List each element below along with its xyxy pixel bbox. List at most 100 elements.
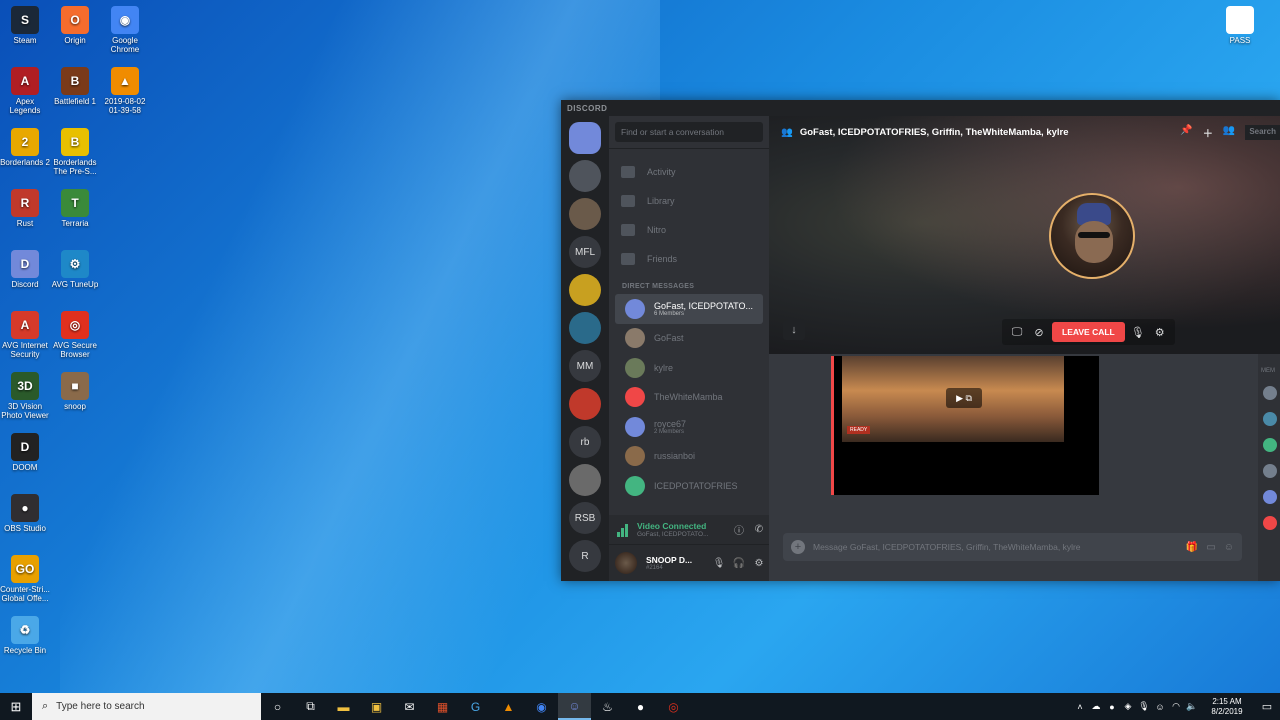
dm-list-item[interactable]: royce67 2 Members bbox=[615, 412, 763, 442]
desktop-icon[interactable]: B Borderlands The Pre-S... bbox=[50, 128, 100, 176]
message-input[interactable]: + Message GoFast, ICEDPOTATOFRIES, Griff… bbox=[783, 533, 1242, 561]
voice-status-channel[interactable]: GoFast, ICEDPOTATO... bbox=[637, 531, 729, 538]
guild-icon[interactable] bbox=[569, 464, 601, 496]
guild-icon[interactable]: MM bbox=[569, 350, 601, 382]
desktop-icon[interactable]: 2 Borderlands 2 bbox=[0, 128, 50, 167]
member-avatar[interactable] bbox=[1263, 516, 1277, 530]
play-icon[interactable]: ▶ ⧉ bbox=[946, 388, 982, 408]
call-microphone-icon[interactable]: 🎙 bbox=[1129, 326, 1147, 339]
task-view-icon[interactable]: ⧉ bbox=[294, 693, 327, 720]
desktop-icon[interactable]: D Discord bbox=[0, 250, 50, 289]
desktop-icon[interactable]: S Steam bbox=[0, 6, 50, 45]
gif-icon[interactable]: ▭ bbox=[1206, 542, 1215, 553]
onedrive-icon[interactable]: ☁ bbox=[1088, 701, 1104, 712]
dm-list-item[interactable]: russianboi bbox=[615, 442, 763, 472]
desktop-icon[interactable]: ◎ AVG Secure Browser bbox=[50, 311, 100, 359]
nav-item-friends[interactable]: Friends bbox=[621, 244, 769, 273]
video-thumbnail[interactable]: ▶ ⧉ READY bbox=[842, 356, 1064, 442]
notification-icon[interactable]: ▭ bbox=[1254, 700, 1280, 713]
screen-share-icon[interactable]: 🖵 bbox=[1008, 326, 1026, 339]
desktop-icon[interactable]: ● OBS Studio bbox=[0, 494, 50, 533]
network-icon[interactable]: ◠ bbox=[1168, 701, 1184, 712]
call-search[interactable]: Search bbox=[1245, 125, 1280, 140]
guild-icon[interactable]: R bbox=[569, 540, 601, 572]
desktop-icon[interactable]: B Battlefield 1 bbox=[50, 67, 100, 106]
disconnect-icon[interactable]: ✆ bbox=[749, 524, 769, 535]
desktop-icon[interactable]: O Origin bbox=[50, 6, 100, 45]
tray-chevron-icon[interactable]: ˄ bbox=[1072, 702, 1088, 712]
dm-list-item[interactable]: kylre bbox=[615, 353, 763, 383]
avg-icon[interactable]: G bbox=[459, 693, 492, 720]
add-friend-icon[interactable]: ＋ bbox=[1203, 125, 1213, 140]
member-avatar[interactable] bbox=[1263, 386, 1277, 400]
gift-icon[interactable]: 🎁 bbox=[1186, 542, 1198, 553]
member-avatar[interactable] bbox=[1263, 412, 1277, 426]
conversation-search-input[interactable]: Find or start a conversation bbox=[615, 122, 763, 142]
tray-discord-icon[interactable]: ☺ bbox=[1152, 702, 1168, 712]
guild-icon[interactable]: MFL bbox=[569, 236, 601, 268]
nav-item-library[interactable]: Library bbox=[621, 186, 769, 215]
collapse-arrow-icon[interactable]: ↓ bbox=[783, 320, 805, 340]
avatar[interactable] bbox=[615, 552, 637, 574]
guild-icon[interactable]: rb bbox=[569, 426, 601, 458]
member-avatar[interactable] bbox=[1263, 438, 1277, 452]
desktop-icon[interactable]: T Terraria bbox=[50, 189, 100, 228]
members-icon[interactable]: 👥 bbox=[1223, 125, 1235, 140]
desktop-icon[interactable]: ♻ Recycle Bin bbox=[0, 616, 50, 655]
guild-icon[interactable]: RSB bbox=[569, 502, 601, 534]
tray-app-icon[interactable]: ● bbox=[1104, 702, 1120, 712]
steam-icon[interactable]: ♨ bbox=[591, 693, 624, 720]
desktop-icon[interactable]: PASS bbox=[1215, 6, 1265, 45]
guild-icon[interactable] bbox=[569, 388, 601, 420]
desktop-icon[interactable]: 3D 3D Vision Photo Viewer bbox=[0, 372, 50, 420]
call-settings-icon[interactable]: ⚙ bbox=[1151, 326, 1169, 339]
app-icon[interactable]: ▦ bbox=[426, 693, 459, 720]
microphone-icon[interactable]: 🎙 bbox=[709, 558, 729, 569]
file-explorer-icon[interactable]: ▬ bbox=[327, 693, 360, 720]
member-avatar[interactable] bbox=[1263, 490, 1277, 504]
desktop-icon[interactable]: ◉ Google Chrome bbox=[100, 6, 150, 54]
video-off-icon[interactable]: ⊘ bbox=[1030, 326, 1048, 339]
cortana-icon[interactable]: ○ bbox=[261, 693, 294, 720]
desktop-icon[interactable]: ⚙ AVG TuneUp bbox=[50, 250, 100, 289]
info-icon[interactable]: ⓘ bbox=[729, 522, 749, 537]
guild-icon[interactable] bbox=[569, 274, 601, 306]
store-icon[interactable]: ▣ bbox=[360, 693, 393, 720]
nav-item-nitro[interactable]: Nitro bbox=[621, 215, 769, 244]
nav-item-activity[interactable]: Activity bbox=[621, 157, 769, 186]
chrome-icon[interactable]: ◉ bbox=[525, 693, 558, 720]
desktop-icon[interactable]: A AVG Internet Security bbox=[0, 311, 50, 359]
desktop-icon[interactable]: D DOOM bbox=[0, 433, 50, 472]
mail-icon[interactable]: ✉ bbox=[393, 693, 426, 720]
emoji-icon[interactable]: ☺ bbox=[1224, 542, 1234, 553]
guild-icon[interactable] bbox=[569, 160, 601, 192]
discord-taskbar-icon[interactable]: ☺ bbox=[558, 693, 591, 720]
tray-mic-icon[interactable]: 🎙 bbox=[1136, 701, 1152, 712]
desktop-icon[interactable]: GO Counter-Stri... Global Offe... bbox=[0, 555, 50, 603]
clock[interactable]: 2:15 AM 8/2/2019 bbox=[1200, 697, 1254, 717]
windows-start-icon[interactable]: ⊞ bbox=[0, 693, 32, 720]
desktop-icon[interactable]: ■ snoop bbox=[50, 372, 100, 411]
headphones-icon[interactable]: 🎧 bbox=[729, 558, 749, 569]
vlc-icon[interactable]: ▲ bbox=[492, 693, 525, 720]
chat-media-embed[interactable]: ▶ ⧉ READY bbox=[831, 356, 1099, 495]
tray-security-icon[interactable]: ◈ bbox=[1120, 701, 1136, 712]
leave-call-button[interactable]: LEAVE CALL bbox=[1052, 322, 1125, 342]
dm-list-item[interactable]: GoFast, ICEDPOTATO... 6 Members bbox=[615, 294, 763, 324]
desktop-icon[interactable]: A Apex Legends bbox=[0, 67, 50, 115]
obs-icon[interactable]: ● bbox=[624, 693, 657, 720]
guild-icon[interactable] bbox=[569, 198, 601, 230]
pin-icon[interactable]: 📌 bbox=[1180, 125, 1192, 140]
dm-list-item[interactable]: TheWhiteMamba bbox=[615, 383, 763, 413]
member-avatar[interactable] bbox=[1263, 464, 1277, 478]
attach-plus-icon[interactable]: + bbox=[791, 540, 805, 554]
desktop-icon[interactable]: R Rust bbox=[0, 189, 50, 228]
settings-gear-icon[interactable]: ⚙ bbox=[749, 558, 769, 569]
discord-home-icon[interactable] bbox=[569, 122, 601, 154]
dm-list-item[interactable]: ICEDPOTATOFRIES bbox=[615, 471, 763, 501]
volume-icon[interactable]: 🔈 bbox=[1184, 701, 1200, 712]
taskbar-search-input[interactable]: ⌕ Type here to search bbox=[32, 693, 261, 720]
avg-browser-icon[interactable]: ◎ bbox=[657, 693, 690, 720]
desktop-icon[interactable]: ▲ 2019-08-02 01-39-58 bbox=[100, 67, 150, 115]
dm-list-item[interactable]: GoFast bbox=[615, 324, 763, 354]
